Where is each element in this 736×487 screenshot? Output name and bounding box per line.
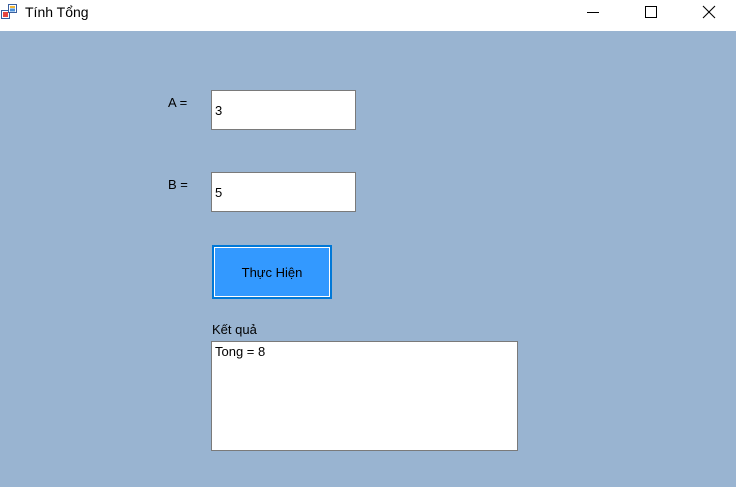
minimize-icon bbox=[587, 12, 599, 13]
maximize-icon bbox=[645, 6, 657, 18]
result-textarea[interactable]: Tong = 8 bbox=[211, 341, 518, 451]
input-a[interactable] bbox=[211, 90, 356, 130]
label-b: B = bbox=[168, 177, 188, 192]
form-client-area: A = B = Thực Hiện Kết quả Tong = 8 bbox=[0, 31, 736, 487]
input-b[interactable] bbox=[211, 172, 356, 212]
window-title: Tính Tổng bbox=[25, 4, 89, 20]
result-label: Kết quả bbox=[212, 322, 257, 337]
minimize-button[interactable] bbox=[564, 0, 622, 31]
label-a: A = bbox=[168, 95, 188, 110]
app-icon bbox=[1, 3, 18, 20]
close-button[interactable] bbox=[680, 0, 736, 31]
execute-button[interactable]: Thực Hiện bbox=[212, 245, 332, 299]
maximize-button[interactable] bbox=[622, 0, 680, 31]
close-icon bbox=[702, 5, 716, 19]
title-bar[interactable]: Tính Tổng bbox=[0, 0, 736, 31]
